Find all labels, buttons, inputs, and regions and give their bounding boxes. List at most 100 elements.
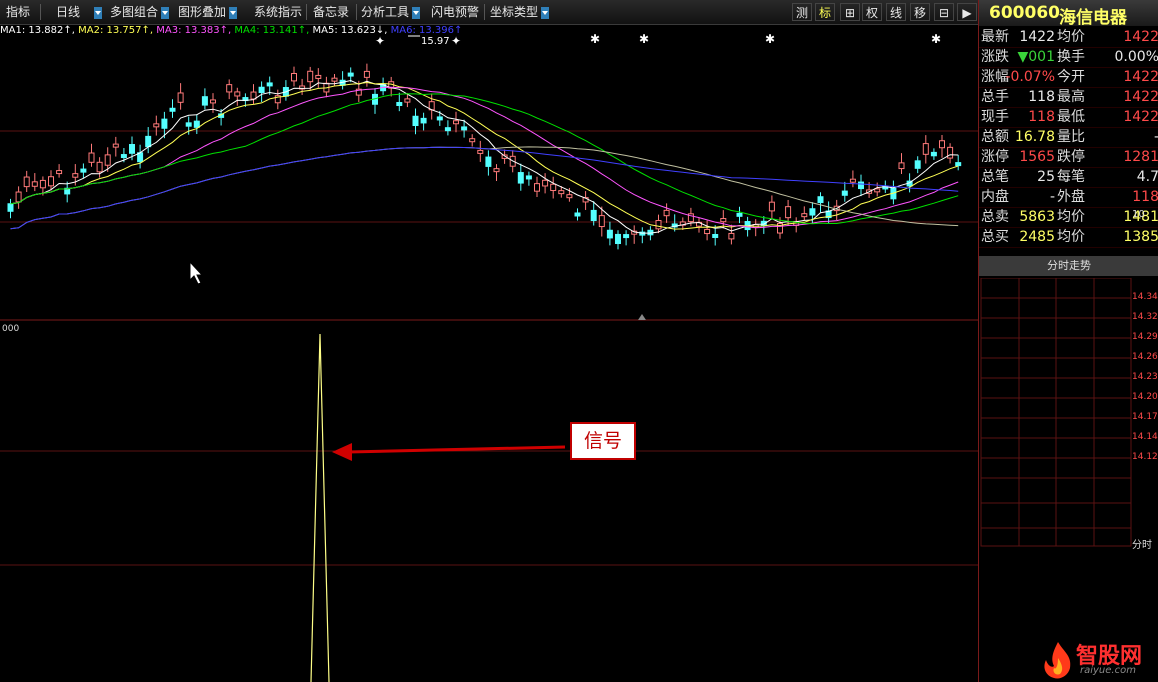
candle-body — [534, 183, 540, 192]
grid — [0, 130, 978, 566]
toolbar-memo[interactable]: 备忘录 — [313, 3, 349, 21]
quote-row: 总笔 25 每笔 4.7 — [979, 167, 1158, 188]
stock-header[interactable]: 600060 海信电器 — [979, 0, 1158, 28]
quote-label: 均价 — [1057, 29, 1085, 45]
rights-button[interactable]: 权 — [862, 3, 882, 21]
dropdown-arrow-icon — [412, 6, 421, 19]
candle-body — [914, 160, 921, 169]
ma-line — [10, 86, 959, 229]
toolbar-indicator[interactable]: 指标 — [6, 3, 30, 21]
candle-body — [436, 116, 443, 121]
candle-body — [88, 152, 95, 163]
quote-label: 均价 — [1057, 229, 1085, 245]
candle-body — [129, 144, 135, 154]
toolbar-overlay[interactable]: 图形叠加 — [178, 3, 238, 21]
candle-body — [461, 126, 468, 131]
toolbar-axis-type[interactable]: 坐标类型 — [490, 3, 550, 21]
line-button[interactable]: 线 — [886, 3, 906, 21]
quote-label: 总笔 — [981, 169, 1009, 185]
quote-label: 总卖 — [981, 209, 1009, 225]
indicator-label: 000 — [2, 324, 19, 334]
measure-button[interactable]: 测 — [792, 3, 812, 21]
quote-label: 总买 — [981, 229, 1009, 245]
quote-label: 最高 — [1057, 89, 1085, 105]
flame-icon — [1044, 642, 1071, 679]
quote-value: 16.78 — [1014, 129, 1055, 145]
price-tick-label: 14.23 — [1132, 372, 1158, 382]
candle-body — [193, 120, 200, 128]
toolbar-multi-chart[interactable]: 多图组合 — [110, 3, 170, 21]
move-button[interactable]: 移 — [910, 3, 930, 21]
play-button[interactable]: ▶ — [957, 3, 977, 21]
quote-value: 1422 — [1123, 29, 1158, 45]
quote-row: 最新 1422 均价 1422 — [979, 27, 1158, 48]
candle-body — [469, 138, 476, 143]
quote-label: 均价 — [1057, 209, 1085, 225]
mark-button[interactable]: 标 — [815, 3, 835, 21]
quote-value: 4.7 — [1136, 169, 1158, 185]
analysis-label: 分析工具 — [361, 5, 410, 19]
candle-body — [785, 206, 792, 219]
indicator-label: 指标 — [6, 5, 31, 19]
candle-body — [72, 173, 79, 178]
quote-value: 1422 — [1123, 69, 1158, 85]
kline-chart[interactable]: 15.97 ✦ ✦ ✱ ✱ ✱ ✱ 000 — [0, 24, 978, 682]
dropdown-arrow-icon — [94, 6, 103, 19]
quote-value: 1385 — [1123, 229, 1158, 245]
candle-body — [15, 191, 22, 203]
axis-type-label: 坐标类型 — [490, 5, 539, 19]
quote-label: 涨跌 — [981, 49, 1009, 65]
candle-body — [48, 176, 54, 187]
candle-body — [177, 92, 184, 103]
quote-label: 涨停 — [981, 149, 1009, 165]
toolbar-analysis[interactable]: 分析工具 — [361, 3, 421, 21]
quote-value: 118 — [1028, 89, 1055, 105]
toolbar-alert[interactable]: 闪电预警 — [431, 3, 479, 21]
scroll-marker-icon[interactable] — [638, 314, 646, 320]
candle-body — [291, 72, 297, 82]
period-label: 日线 — [56, 5, 81, 19]
candle-body — [817, 196, 824, 204]
candle-body — [728, 232, 735, 240]
candle-body — [412, 115, 419, 127]
window-button[interactable]: ⊟ — [934, 3, 954, 21]
candle-body — [768, 201, 775, 212]
candle-body — [31, 181, 38, 187]
candle-body — [655, 220, 662, 230]
price-tick-label: 14.12 — [1132, 452, 1158, 462]
candle-body — [56, 170, 63, 175]
candle-body — [7, 203, 14, 212]
star-icon: ✱ — [639, 32, 649, 46]
candle-body — [185, 122, 192, 127]
candle-body — [96, 161, 103, 173]
candle-body — [363, 70, 370, 78]
candle-body — [307, 70, 314, 83]
candle-body — [493, 168, 500, 173]
quote-value: 25 — [1037, 169, 1055, 185]
quote-row: 总额 16.78量比 - — [979, 127, 1158, 148]
candle-body — [420, 117, 427, 124]
dropdown-arrow-icon — [161, 6, 170, 19]
candle-body — [161, 118, 168, 129]
quote-row: 总手 118 最高 1422 — [979, 87, 1158, 108]
tab-time-share[interactable]: 分时走势 — [979, 256, 1158, 276]
grid-button[interactable]: ⊞ — [840, 3, 860, 21]
quote-row: 现手 118 最低 1422 — [979, 107, 1158, 128]
alert-label: 闪电预警 — [431, 5, 480, 19]
candle-body — [444, 127, 451, 132]
candle-body — [849, 178, 856, 183]
price-tick-label: 14.29 — [1132, 332, 1158, 342]
candle-body — [550, 183, 557, 192]
quote-value: -0.07% — [1005, 69, 1055, 85]
price-tick-label: 14.14 — [1132, 432, 1158, 442]
toolbar-system[interactable]: 系统指示 — [254, 3, 302, 21]
quote-label: 量比 — [1057, 129, 1085, 145]
signal-stars: ✦ ✦ ✱ ✱ ✱ ✱ — [375, 32, 941, 48]
memo-label: 备忘录 — [313, 5, 350, 19]
star-icon: ✦ — [375, 34, 385, 48]
candle-body — [939, 140, 945, 149]
signal-callout: 信号 — [570, 422, 636, 460]
mouse-cursor-icon — [189, 260, 204, 285]
candle-body — [525, 175, 532, 180]
toolbar-period[interactable]: 日线 — [56, 3, 103, 21]
